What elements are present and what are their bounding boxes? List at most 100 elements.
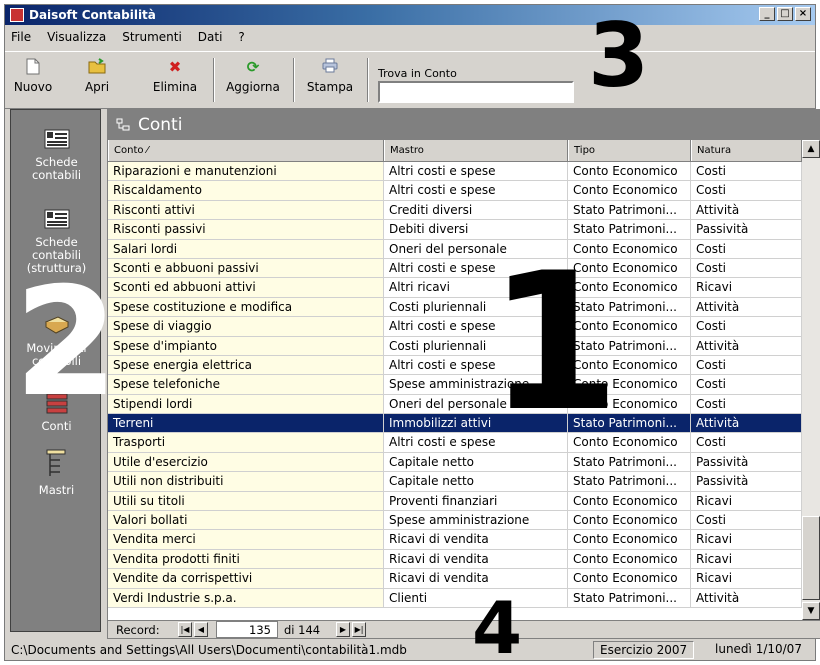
cell-natura[interactable]: Costi <box>691 375 802 395</box>
cell-tipo[interactable]: Stato Patrimoni... <box>568 452 691 473</box>
cell-natura[interactable]: Ricavi <box>691 569 802 589</box>
cell-tipo[interactable]: Stato Patrimoni... <box>568 472 691 492</box>
cell-conto[interactable]: Utili su titoli <box>108 491 384 512</box>
cell-mastro[interactable]: Ricavi di vendita <box>384 549 568 570</box>
delete-button[interactable]: ✖ Elimina <box>145 56 205 104</box>
cell-natura[interactable]: Costi <box>691 511 802 531</box>
cell-mastro[interactable]: Crediti diversi <box>384 200 568 221</box>
cell-tipo[interactable]: Conto Economico <box>568 530 691 550</box>
scroll-up-button[interactable]: ▲ <box>802 140 820 158</box>
cell-natura[interactable]: Ricavi <box>691 491 802 512</box>
cell-mastro[interactable]: Altri costi e spese <box>384 181 568 201</box>
table-row[interactable]: Sconti ed abbuoni attivi Altri ricavi Cont… <box>108 278 802 298</box>
sidebar-item-schede-contabili[interactable]: Schede contabili <box>11 128 102 182</box>
cell-conto[interactable]: Verdi Industrie s.p.a. <box>108 588 384 608</box>
cell-conto[interactable]: Spese d'impianto <box>108 336 384 356</box>
cell-conto[interactable]: Spese telefoniche <box>108 375 384 395</box>
cell-natura[interactable]: Costi <box>691 258 802 279</box>
cell-conto[interactable]: Spese di viaggio <box>108 317 384 337</box>
cell-conto[interactable]: Risconti attivi <box>108 200 384 221</box>
cell-mastro[interactable]: Ricavi di vendita <box>384 530 568 550</box>
cell-natura[interactable]: Costi <box>691 317 802 337</box>
print-button[interactable]: Stampa <box>299 56 361 104</box>
cell-natura[interactable]: Costi <box>691 355 802 376</box>
prev-record-button[interactable]: ◀ <box>194 622 208 637</box>
new-button[interactable]: Nuovo <box>9 56 57 104</box>
cell-natura[interactable]: Costi <box>691 239 802 259</box>
next-record-button[interactable]: ▶ <box>336 622 350 637</box>
cell-natura[interactable]: Costi <box>691 162 802 182</box>
table-row[interactable]: Risconti passivi Debiti diversi Stato Patr… <box>108 220 802 240</box>
cell-mastro[interactable]: Capitale netto <box>384 452 568 473</box>
cell-conto[interactable]: Riscaldamento <box>108 181 384 201</box>
cell-natura[interactable]: Passività <box>691 220 802 240</box>
cell-mastro[interactable]: Spese amministrazione <box>384 511 568 531</box>
cell-tipo[interactable]: Stato Patrimoni... <box>568 588 691 608</box>
table-row[interactable]: Spese costituzione e modifica Costi pluri… <box>108 297 802 318</box>
column-header-natura[interactable]: Natura <box>691 140 802 161</box>
cell-natura[interactable]: Costi <box>691 181 802 201</box>
open-button[interactable]: Apri <box>75 56 119 104</box>
table-row[interactable]: Spese telefoniche Spese amministrazione Co… <box>108 375 802 395</box>
close-button[interactable]: × <box>795 7 811 21</box>
cell-conto[interactable]: Vendita prodotti finiti <box>108 549 384 570</box>
cell-natura[interactable]: Passività <box>691 472 802 492</box>
cell-natura[interactable]: Attività <box>691 297 802 318</box>
cell-natura[interactable]: Attività <box>691 200 802 221</box>
cell-conto[interactable]: Vendita merci <box>108 530 384 550</box>
cell-natura[interactable]: Ricavi <box>691 278 802 298</box>
table-row[interactable]: Valori bollati Spese amministrazione Conto… <box>108 511 802 531</box>
table-row[interactable]: Utile d'esercizio Capitale netto Stato Pat… <box>108 452 802 473</box>
cell-tipo[interactable]: Conto Economico <box>568 549 691 570</box>
cell-tipo[interactable]: Conto Economico <box>568 511 691 531</box>
cell-mastro[interactable]: Capitale netto <box>384 472 568 492</box>
table-row[interactable]: Riscaldamento Altri costi e spese Conto Ec… <box>108 181 802 201</box>
column-header-mastro[interactable]: Mastro <box>384 140 568 161</box>
cell-tipo[interactable]: Conto Economico <box>568 162 691 182</box>
column-header-conto[interactable]: Conto ⁄ <box>108 140 384 161</box>
scroll-down-button[interactable]: ▼ <box>802 602 820 620</box>
table-row[interactable]: Trasporti Altri costi e spese Conto Econom… <box>108 433 802 453</box>
table-row[interactable]: Verdi Industrie s.p.a. Clienti Stato Patri… <box>108 588 802 608</box>
cell-natura[interactable]: Costi <box>691 394 802 415</box>
cell-conto[interactable]: Utili non distribuiti <box>108 472 384 492</box>
cell-mastro[interactable]: Proventi finanziari <box>384 491 568 512</box>
record-number-input[interactable]: 135 <box>216 621 278 638</box>
cell-conto[interactable]: Salari lordi <box>108 239 384 259</box>
cell-conto[interactable]: Vendite da corrispettivi <box>108 569 384 589</box>
vertical-scrollbar[interactable]: ▲ ▼ <box>802 140 820 620</box>
cell-tipo[interactable]: Stato Patrimoni... <box>568 200 691 221</box>
cell-natura[interactable]: Passività <box>691 452 802 473</box>
cell-natura[interactable]: Attività <box>691 588 802 608</box>
cell-conto[interactable]: Sconti e abbuoni passivi <box>108 258 384 279</box>
table-row[interactable]: Riparazioni e manutenzioni Altri costi e … <box>108 162 802 182</box>
cell-tipo[interactable]: Conto Economico <box>568 181 691 201</box>
cell-conto[interactable]: Stipendi lordi <box>108 394 384 415</box>
table-row[interactable]: Vendite da corrispettivi Ricavi di vendit… <box>108 569 802 589</box>
search-input[interactable] <box>378 81 574 103</box>
scroll-thumb[interactable] <box>802 516 820 600</box>
cell-conto[interactable]: Spese costituzione e modifica <box>108 297 384 318</box>
table-row[interactable]: Sconti e abbuoni passivi Altri costi e sp… <box>108 258 802 279</box>
cell-conto[interactable]: Trasporti <box>108 433 384 453</box>
cell-conto[interactable]: Riparazioni e manutenzioni <box>108 162 384 182</box>
cell-conto[interactable]: Valori bollati <box>108 511 384 531</box>
cell-conto[interactable]: Terreni <box>108 414 384 434</box>
cell-natura[interactable]: Attività <box>691 414 802 434</box>
last-record-button[interactable]: ▶| <box>352 622 366 637</box>
cell-conto[interactable]: Spese energia elettrica <box>108 355 384 376</box>
cell-tipo[interactable]: Conto Economico <box>568 491 691 512</box>
sidebar-item-mastri[interactable]: Mastri <box>11 448 102 497</box>
cell-conto[interactable]: Utile d'esercizio <box>108 452 384 473</box>
table-row[interactable]: Spese energia elettrica Altri costi e spe… <box>108 355 802 376</box>
maximize-button[interactable]: □ <box>777 7 793 21</box>
minimize-button[interactable]: _ <box>759 7 775 21</box>
menu-help[interactable]: ? <box>238 27 244 47</box>
table-row[interactable]: Vendita merci Ricavi di vendita Conto Econ… <box>108 530 802 550</box>
menu-strumenti[interactable]: Strumenti <box>122 27 182 47</box>
cell-natura[interactable]: Costi <box>691 433 802 453</box>
table-row[interactable]: Risconti attivi Crediti diversi Stato Patr… <box>108 200 802 221</box>
cell-natura[interactable]: Attività <box>691 336 802 356</box>
menu-dati[interactable]: Dati <box>198 27 223 47</box>
table-row[interactable]: Terreni Immobilizzi attivi Stato Patrimoni… <box>108 414 802 434</box>
